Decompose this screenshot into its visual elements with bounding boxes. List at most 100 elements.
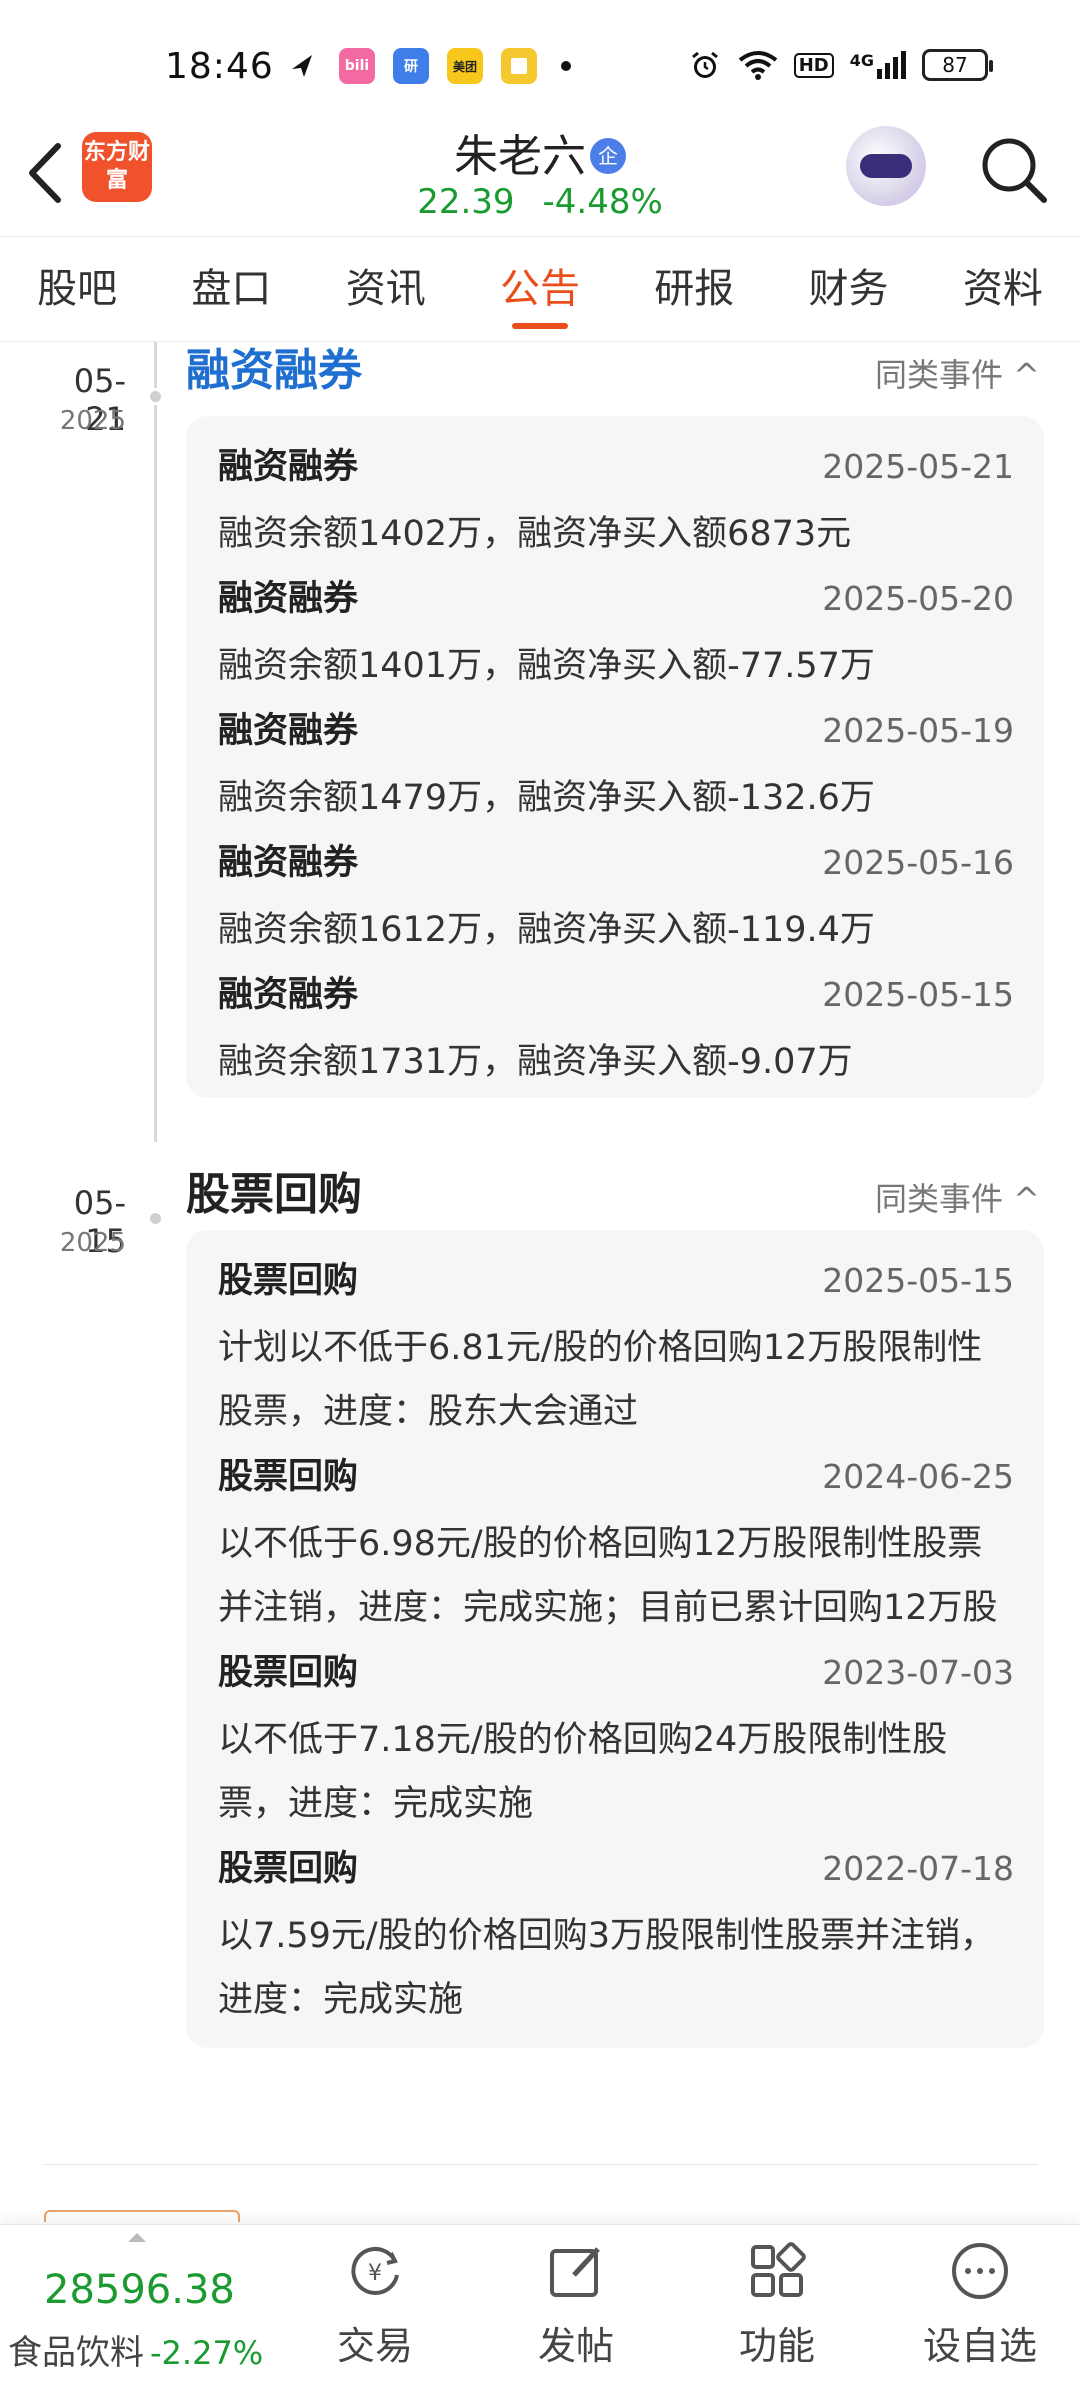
nav-label: 发帖 <box>537 2324 614 2368</box>
list-item[interactable]: 股票回购 2022-07-18 以7.59元/股的价格回购3万股限制性股票并注销，… <box>218 1840 1014 2032</box>
send-icon <box>285 48 321 84</box>
tab-research[interactable]: 研报 <box>617 237 771 341</box>
add-watchlist-icon <box>952 2243 1008 2299</box>
stock-tabs: 股吧 盘口 资讯 公告 研报 财务 资料 <box>0 236 1080 342</box>
bilibili-icon: bili <box>339 48 375 84</box>
item-date: 2024-06-25 <box>822 1457 1014 1496</box>
item-title: 融资融券 <box>218 711 359 751</box>
stock-name: 朱老六 <box>454 131 586 182</box>
item-date: 2025-05-15 <box>822 975 1014 1014</box>
nav-label: 交易 <box>336 2324 413 2368</box>
section-divider <box>44 2164 1038 2165</box>
list-item[interactable]: 股票回购 2023-07-03 以不低于7.18元/股的价格回购24万股限制性股票… <box>218 1644 1014 1836</box>
item-description: 融资余额1401万，融资净买入额-77.57万 <box>218 646 875 686</box>
list-item[interactable]: 融资融券 2025-05-15 融资余额1731万，融资净买入额-9.07万 <box>218 966 1014 1094</box>
tab-news[interactable]: 资讯 <box>309 237 463 341</box>
item-title: 融资融券 <box>218 447 359 487</box>
item-title: 融资融券 <box>218 843 359 883</box>
sector-index[interactable]: 食品饮料 -2.27% <box>8 2325 263 2374</box>
item-title: 融资融券 <box>218 975 359 1015</box>
nav-post[interactable]: 发帖 <box>496 2239 656 2370</box>
similar-events-toggle[interactable]: 同类事件 ^ <box>875 350 1040 396</box>
search-button[interactable] <box>978 134 1050 206</box>
item-date: 2025-05-21 <box>822 447 1014 486</box>
tab-announcements[interactable]: 公告 <box>463 237 617 341</box>
status-time: 18:46 <box>165 46 274 87</box>
tab-pankou[interactable]: 盘口 <box>154 237 308 341</box>
nav-functions[interactable]: 功能 <box>697 2239 857 2370</box>
hd-icon: HD <box>793 52 834 78</box>
alarm-icon <box>691 51 718 78</box>
item-title: 股票回购 <box>218 1849 359 1889</box>
list-item[interactable]: 融资融券 2025-05-21 融资余额1402万，融资净买入额6873元 <box>218 438 1014 566</box>
nav-label: 设自选 <box>922 2324 1037 2368</box>
caret-up-icon <box>128 2233 146 2242</box>
event-card: 融资融券 2025-05-21 融资余额1402万，融资净买入额6873元 融资融… <box>186 416 1044 1098</box>
status-bar: 18:46 bili 研 美团 HD 4G 87 <box>0 0 1080 120</box>
item-description: 融资余额1479万，融资净买入额-132.6万 <box>218 778 875 818</box>
stock-price: 22.39 <box>417 182 515 222</box>
stock-header: 东方财富 朱老六企 22.39 -4.48% <box>0 120 1080 236</box>
item-description: 融资余额1612万，融资净买入额-119.4万 <box>218 910 875 950</box>
next-item-tag <box>44 2210 240 2222</box>
sector-index-value[interactable]: 28596.38 <box>44 2267 235 2313</box>
sector-change: -2.27% <box>150 2334 264 2372</box>
search-icon <box>982 138 1047 203</box>
timeline-line <box>154 342 157 1142</box>
wifi-icon <box>738 51 777 80</box>
event-card: 股票回购 2025-05-15 计划以不低于6.81元/股的价格回购12万股限制性… <box>186 1230 1044 2048</box>
post-icon <box>550 2247 600 2297</box>
list-item[interactable]: 融资融券 2025-05-20 融资余额1401万，融资净买入额-77.57万 <box>218 570 1014 698</box>
sector-name: 食品饮料 <box>8 2333 144 2373</box>
nav-label: 功能 <box>738 2324 815 2368</box>
event-title[interactable]: 股票回购 <box>186 1158 362 1222</box>
trade-icon: ¥ <box>351 2246 399 2295</box>
more-dot-icon <box>561 61 571 71</box>
tab-finance[interactable]: 财务 <box>771 237 925 341</box>
item-date: 2025-05-19 <box>822 711 1014 750</box>
timeline-dot <box>147 388 164 405</box>
nav-add-watchlist[interactable]: 设自选 <box>900 2239 1060 2370</box>
item-date: 2022-07-18 <box>822 1849 1014 1888</box>
item-title: 融资融券 <box>218 579 359 619</box>
event-year: 2025 <box>59 1228 126 1258</box>
status-app-icons: bili 研 美团 <box>285 48 571 84</box>
event-title[interactable]: 融资融券 <box>186 342 362 398</box>
event-year: 2025 <box>59 406 126 436</box>
status-indicators: HD 4G 87 <box>688 48 993 82</box>
signal-icon: 4G <box>850 51 906 79</box>
apps-icon <box>751 2242 806 2297</box>
enterprise-badge: 企 <box>590 138 626 174</box>
tab-profile[interactable]: 资料 <box>926 237 1080 341</box>
tab-guba[interactable]: 股吧 <box>0 237 154 341</box>
event-timeline: 05-21 2025 融资融券 同类事件 ^ 融资融券 2025-05-21 融资… <box>0 342 1080 2222</box>
item-title: 股票回购 <box>218 1457 359 1497</box>
research-app-icon: 研 <box>393 48 429 84</box>
ai-assistant-avatar[interactable] <box>846 126 926 206</box>
item-description: 以不低于6.98元/股的价格回购12万股限制性股票并注销，进度：完成实施；目前已… <box>218 1524 998 1628</box>
similar-events-toggle[interactable]: 同类事件 ^ <box>875 1174 1040 1220</box>
item-title: 股票回购 <box>218 1653 359 1693</box>
nav-trade[interactable]: ¥ 交易 <box>295 2239 455 2370</box>
list-item[interactable]: 股票回购 2025-05-15 计划以不低于6.81元/股的价格回购12万股限制性… <box>218 1252 1014 1444</box>
bottom-bar: 28596.38 食品饮料 -2.27% ¥ 交易 发帖 功能 设自选 <box>0 2224 1080 2400</box>
item-title: 股票回购 <box>218 1261 359 1301</box>
timeline-dot <box>147 1210 164 1227</box>
notes-icon <box>501 48 537 84</box>
item-date: 2025-05-16 <box>822 843 1014 882</box>
list-item[interactable]: 融资融券 2025-05-19 融资余额1479万，融资净买入额-132.6万 <box>218 702 1014 830</box>
robot-icon <box>860 154 912 178</box>
svg-text:¥: ¥ <box>368 2261 382 2286</box>
item-description: 融资余额1731万，融资净买入额-9.07万 <box>218 1042 853 1082</box>
item-date: 2025-05-15 <box>822 1261 1014 1300</box>
item-date: 2023-07-03 <box>822 1653 1014 1692</box>
item-description: 计划以不低于6.81元/股的价格回购12万股限制性股票，进度：股东大会通过 <box>218 1328 983 1432</box>
item-date: 2025-05-20 <box>822 579 1014 618</box>
item-description: 以7.59元/股的价格回购3万股限制性股票并注销，进度：完成实施 <box>218 1916 995 2020</box>
list-item[interactable]: 融资融券 2025-05-16 融资余额1612万，融资净买入额-119.4万 <box>218 834 1014 962</box>
item-description: 融资余额1402万，融资净买入额6873元 <box>218 514 852 554</box>
item-description: 以不低于7.18元/股的价格回购24万股限制性股票，进度：完成实施 <box>218 1720 948 1824</box>
list-item[interactable]: 股票回购 2024-06-25 以不低于6.98元/股的价格回购12万股限制性股票… <box>218 1448 1014 1640</box>
stock-change: -4.48% <box>542 182 663 222</box>
battery-indicator: 87 <box>922 49 993 81</box>
